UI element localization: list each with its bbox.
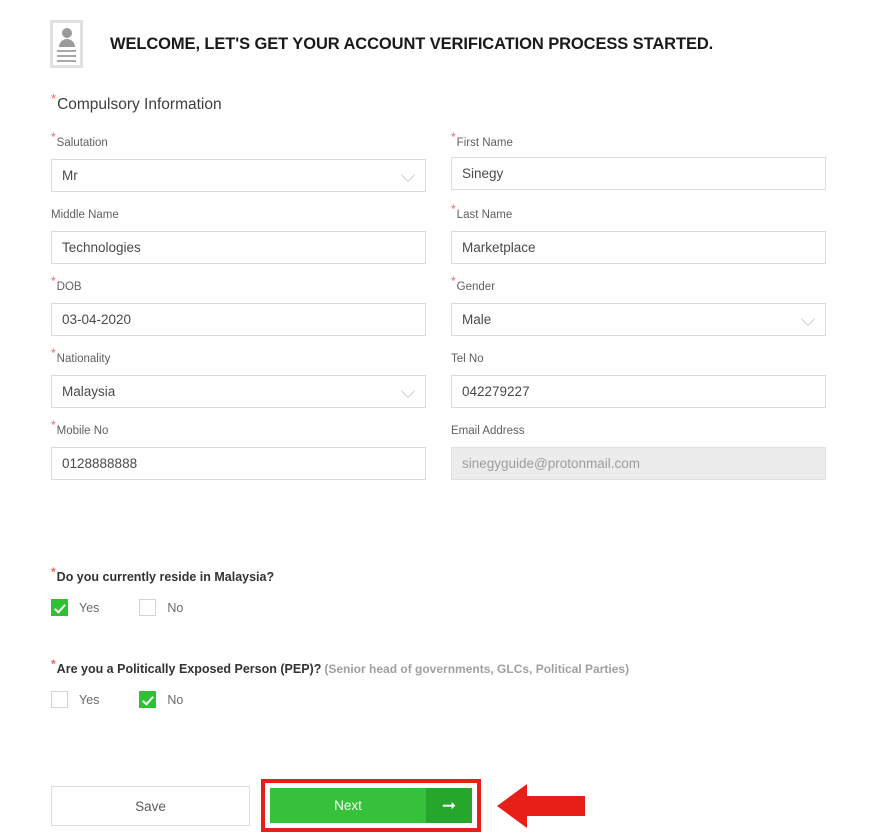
label-first-name: *First Name <box>451 130 513 149</box>
field-salutation: *Salutation Mr <box>51 130 426 192</box>
email-address-value: sinegyguide@protonmail.com <box>462 456 641 471</box>
form-row: *Mobile No 0128888888 Email Address sine… <box>51 418 826 480</box>
required-asterisk: * <box>451 130 456 145</box>
question-text: *Do you currently reside in Malaysia? <box>51 564 275 584</box>
required-asterisk: * <box>51 274 56 289</box>
option-yes[interactable]: Yes <box>51 599 99 616</box>
option-yes[interactable]: Yes <box>51 691 99 708</box>
option-label-yes: Yes <box>79 600 100 615</box>
chevron-down-icon <box>800 311 816 326</box>
form-row: *Salutation Mr *First Name Sinegy <box>51 130 826 192</box>
label-tel-no: Tel No <box>451 353 484 365</box>
checkbox-yes[interactable] <box>51 599 68 616</box>
mobile-no-value: 0128888888 <box>62 456 138 471</box>
id-card-avatar-body <box>58 39 75 47</box>
next-button[interactable]: Next ➞ <box>270 788 472 823</box>
field-middle-name: Middle Name Technologies <box>51 208 426 264</box>
salutation-value: Mr <box>62 168 78 183</box>
tel-no-value: 042279227 <box>462 384 530 399</box>
option-label-no: No <box>167 600 184 615</box>
question-options: Yes No <box>51 599 274 616</box>
gender-value: Male <box>462 312 492 327</box>
label-last-name: *Last Name <box>451 202 513 221</box>
dob-value: 03-04-2020 <box>62 312 132 327</box>
option-no[interactable]: No <box>139 691 183 708</box>
question-reside-in-malaysia: *Do you currently reside in Malaysia? Ye… <box>51 564 275 616</box>
option-no[interactable]: No <box>139 599 183 616</box>
next-button-label: Next <box>334 798 362 813</box>
nationality-select[interactable]: Malaysia <box>51 375 426 408</box>
checkbox-no[interactable] <box>139 691 157 708</box>
first-name-value: Sinegy <box>462 166 504 181</box>
form-row: Middle Name Technologies *Last Name Mark… <box>51 202 826 264</box>
id-card-icon <box>50 20 83 68</box>
required-asterisk: * <box>51 130 56 145</box>
save-button[interactable]: Save <box>51 786 250 826</box>
option-label-no: No <box>167 692 184 707</box>
compulsory-information-form: *Salutation Mr *First Name Sinegy Middle… <box>51 130 826 496</box>
mobile-no-input[interactable]: 0128888888 <box>51 447 426 480</box>
checkbox-yes[interactable] <box>51 691 68 708</box>
page-header: WELCOME, LET'S GET YOUR ACCOUNT VERIFICA… <box>50 20 713 68</box>
last-name-value: Marketplace <box>462 240 536 255</box>
section-title: Compulsory Information <box>57 96 222 113</box>
required-asterisk: * <box>451 274 456 289</box>
label-middle-name: Middle Name <box>51 209 119 221</box>
required-asterisk: * <box>51 90 57 106</box>
required-asterisk: * <box>51 346 56 361</box>
arrow-right-icon: ➞ <box>426 788 472 823</box>
middle-name-value: Technologies <box>62 240 141 255</box>
question-politically-exposed-person: *Are you a Politically Exposed Person (P… <box>51 656 630 708</box>
nationality-value: Malaysia <box>62 384 116 399</box>
field-mobile-no: *Mobile No 0128888888 <box>51 418 426 480</box>
field-tel-no: Tel No 042279227 <box>451 352 826 408</box>
required-asterisk: * <box>51 656 56 671</box>
id-card-line <box>57 55 76 57</box>
field-email-address: Email Address sinegyguide@protonmail.com <box>451 424 826 480</box>
field-first-name: *First Name Sinegy <box>451 130 826 192</box>
section-heading: *Compulsory Information <box>51 92 222 114</box>
field-dob: *DOB 03-04-2020 <box>51 274 426 336</box>
field-last-name: *Last Name Marketplace <box>451 202 826 264</box>
label-gender: *Gender <box>451 274 496 293</box>
page-title: WELCOME, LET'S GET YOUR ACCOUNT VERIFICA… <box>110 34 714 53</box>
checkbox-no[interactable] <box>139 599 157 616</box>
label-dob: *DOB <box>51 274 82 293</box>
email-address-input: sinegyguide@protonmail.com <box>451 447 826 480</box>
question-options: Yes No <box>51 691 629 708</box>
required-asterisk: * <box>451 202 456 217</box>
id-card-line <box>57 60 76 62</box>
required-asterisk: * <box>51 418 56 433</box>
dob-input[interactable]: 03-04-2020 <box>51 303 426 336</box>
label-mobile-no: *Mobile No <box>51 418 109 437</box>
tel-no-input[interactable]: 042279227 <box>451 375 826 408</box>
chevron-down-icon <box>400 383 416 398</box>
option-label-yes: Yes <box>79 692 100 707</box>
gender-select[interactable]: Male <box>451 303 826 336</box>
id-card-line <box>57 50 76 52</box>
label-salutation: *Salutation <box>51 130 108 149</box>
chevron-down-icon <box>400 167 416 182</box>
field-nationality: *Nationality Malaysia <box>51 346 426 408</box>
question-text: *Are you a Politically Exposed Person (P… <box>51 656 630 676</box>
id-card-avatar-head <box>61 28 72 38</box>
label-nationality: *Nationality <box>51 346 111 365</box>
form-row: *DOB 03-04-2020 *Gender Male <box>51 274 826 336</box>
salutation-select[interactable]: Mr <box>51 159 426 192</box>
form-row: *Nationality Malaysia Tel No 042279227 <box>51 346 826 408</box>
required-asterisk: * <box>51 564 56 579</box>
last-name-input[interactable]: Marketplace <box>451 231 826 264</box>
next-button-highlight: Next ➞ <box>261 779 481 832</box>
left-pointing-arrow-annotation <box>497 784 585 828</box>
middle-name-input[interactable]: Technologies <box>51 231 426 264</box>
question-hint: (Senior head of governments, GLCs, Polit… <box>324 662 630 676</box>
first-name-input[interactable]: Sinegy <box>451 157 826 190</box>
label-email-address: Email Address <box>451 425 525 437</box>
field-gender: *Gender Male <box>451 274 826 336</box>
